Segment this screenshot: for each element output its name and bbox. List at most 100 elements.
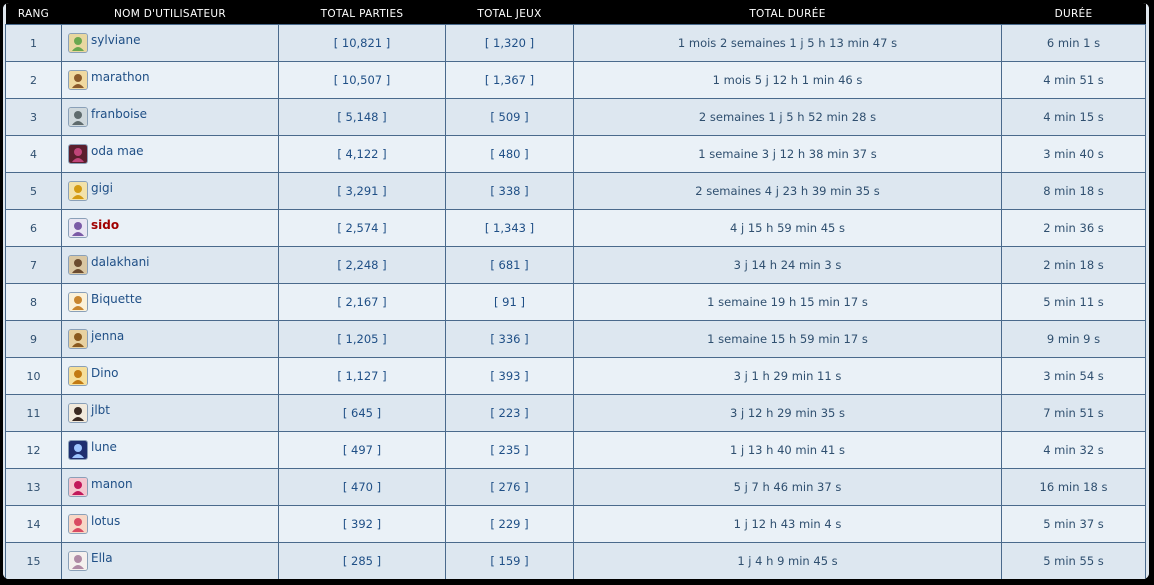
duration-cell: 4 min 15 s (1001, 98, 1146, 136)
username-cell: sido (61, 209, 279, 247)
total-duration-cell: 1 j 4 h 9 min 45 s (573, 542, 1002, 579)
total-games-played-cell: [ 4,122 ] (278, 135, 446, 173)
goat-icon[interactable] (68, 292, 88, 312)
username-link[interactable]: dalakhani (91, 255, 150, 269)
avatar-image (69, 219, 87, 237)
duration-cell: 2 min 36 s (1001, 209, 1146, 247)
username-cell: Dino (61, 357, 279, 395)
horse-icon[interactable] (68, 255, 88, 275)
table-row: 15 Ella [ 285 ][ 159 ] 1 j 4 h 9 min 45 s5 … (5, 542, 1146, 579)
header-total-games-played[interactable]: TOTAL PARTIES (278, 3, 446, 25)
total-games-played-cell: [ 5,148 ] (278, 98, 446, 136)
total-duration-cell: 5 j 7 h 46 min 37 s (573, 468, 1002, 506)
avatar-image (69, 441, 87, 459)
total-duration-cell: 1 semaine 19 h 15 min 17 s (573, 283, 1002, 321)
duration-cell: 16 min 18 s (1001, 468, 1146, 506)
avatar-image (69, 293, 87, 311)
total-games-cell: [ 681 ] (445, 246, 574, 284)
total-games-played-cell: [ 3,291 ] (278, 172, 446, 210)
username-cell: Biquette (61, 283, 279, 321)
duration-cell: 4 min 51 s (1001, 61, 1146, 99)
username-link[interactable]: oda mae (91, 144, 144, 158)
total-duration-cell: 2 semaines 1 j 5 h 52 min 28 s (573, 98, 1002, 136)
duration-cell: 7 min 51 s (1001, 394, 1146, 432)
total-games-played-cell: [ 2,574 ] (278, 209, 446, 247)
total-games-cell: [ 159 ] (445, 542, 574, 579)
username-link[interactable]: Biquette (91, 292, 142, 306)
night-icon[interactable] (68, 440, 88, 460)
rank-cell: 2 (5, 61, 62, 99)
username-link[interactable]: lune (91, 440, 117, 454)
duration-cell: 8 min 18 s (1001, 172, 1146, 210)
username-link[interactable]: jenna (91, 329, 124, 343)
username-cell: franboise (61, 98, 279, 136)
avatar-image (69, 515, 87, 533)
header-total-duration[interactable]: TOTAL DURÉE (573, 3, 1002, 25)
angel-icon[interactable] (68, 33, 88, 53)
total-games-played-cell: [ 1,205 ] (278, 320, 446, 358)
username-link[interactable]: lotus (91, 514, 120, 528)
username-link[interactable]: marathon (91, 70, 150, 84)
emblem-icon[interactable] (68, 218, 88, 238)
avatar-image (69, 108, 87, 126)
total-games-cell: [ 480 ] (445, 135, 574, 173)
username-link[interactable]: gigi (91, 181, 113, 195)
username-link[interactable]: jlbt (91, 403, 110, 417)
flower-icon[interactable] (68, 514, 88, 534)
avatar-image (69, 182, 87, 200)
rank-cell: 6 (5, 209, 62, 247)
total-duration-cell: 2 semaines 4 j 23 h 39 min 35 s (573, 172, 1002, 210)
horse-rider-icon[interactable] (68, 403, 88, 423)
username-link[interactable]: sylviane (91, 33, 140, 47)
total-games-cell: [ 393 ] (445, 357, 574, 395)
table-row: 3 franboise [ 5,148 ][ 509 ] 2 semaines 1 j… (5, 98, 1146, 136)
total-duration-cell: 1 j 12 h 43 min 4 s (573, 505, 1002, 543)
bird-icon[interactable] (68, 181, 88, 201)
duration-cell: 2 min 18 s (1001, 246, 1146, 284)
avatar-image (69, 145, 87, 163)
duration-cell: 5 min 37 s (1001, 505, 1146, 543)
table-row: 4 oda mae [ 4,122 ][ 480 ] 1 semaine 3 j 12… (5, 135, 1146, 173)
avatar-image (69, 552, 87, 570)
character-icon[interactable] (68, 70, 88, 90)
rank-cell: 12 (5, 431, 62, 469)
username-link[interactable]: manon (91, 477, 133, 491)
username-link[interactable]: Dino (91, 366, 119, 380)
table-row: 1 sylviane [ 10,821 ][ 1,320 ] 1 mois 2 sem… (5, 24, 1146, 62)
header-username[interactable]: NOM D'UTILISATEUR (61, 3, 279, 25)
header-total-games[interactable]: TOTAL JEUX (445, 3, 574, 25)
gargoyle-icon[interactable] (68, 107, 88, 127)
total-games-cell: [ 91 ] (445, 283, 574, 321)
username-cell: jlbt (61, 394, 279, 432)
dark-figure-icon[interactable] (68, 144, 88, 164)
username-cell: jenna (61, 320, 279, 358)
total-games-played-cell: [ 645 ] (278, 394, 446, 432)
username-cell: lune (61, 431, 279, 469)
total-duration-cell: 1 j 13 h 40 min 41 s (573, 431, 1002, 469)
fairy-icon[interactable] (68, 551, 88, 571)
username-cell: marathon (61, 61, 279, 99)
duration-cell: 3 min 54 s (1001, 357, 1146, 395)
avatar-image (69, 404, 87, 422)
avatar-image (69, 71, 87, 89)
username-link[interactable]: Ella (91, 551, 113, 565)
header-rank[interactable]: RANG (5, 3, 62, 25)
username-cell: manon (61, 468, 279, 506)
heart-icon[interactable] (68, 477, 88, 497)
total-games-played-cell: [ 392 ] (278, 505, 446, 543)
table-row: 13 manon [ 470 ][ 276 ] 5 j 7 h 46 min 37 s… (5, 468, 1146, 506)
lion-icon[interactable] (68, 366, 88, 386)
username-link[interactable]: sido (91, 218, 119, 232)
avatar-image (69, 34, 87, 52)
total-games-cell: [ 1,320 ] (445, 24, 574, 62)
duration-cell: 6 min 1 s (1001, 24, 1146, 62)
house-icon[interactable] (68, 329, 88, 349)
username-link[interactable]: franboise (91, 107, 147, 121)
total-games-cell: [ 229 ] (445, 505, 574, 543)
header-duration[interactable]: DURÉE (1001, 3, 1146, 25)
table-row: 6 sido [ 2,574 ][ 1,343 ] 4 j 15 h 59 min 4… (5, 209, 1146, 247)
username-cell: gigi (61, 172, 279, 210)
username-cell: dalakhani (61, 246, 279, 284)
rank-cell: 4 (5, 135, 62, 173)
avatar-image (69, 330, 87, 348)
